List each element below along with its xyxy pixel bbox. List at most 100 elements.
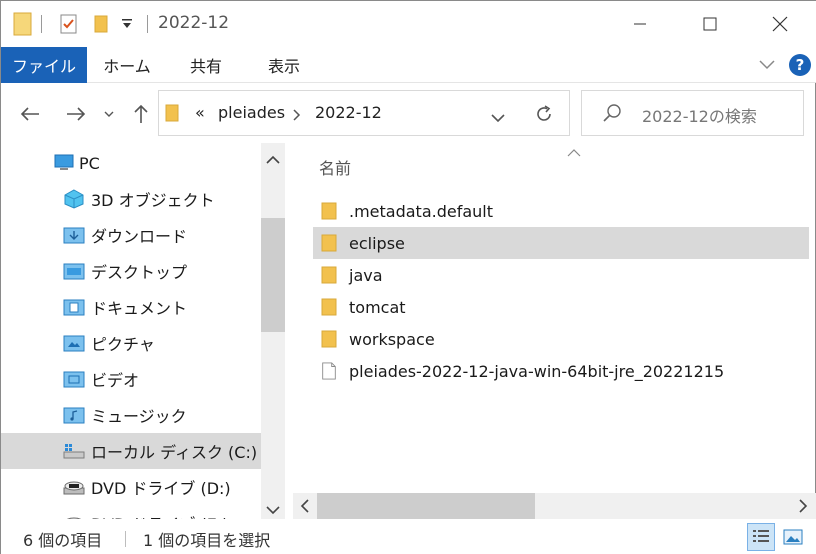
sort-ascending-icon [567, 143, 581, 161]
nav-label-dvd-e: DVD ドライブ (E:) [91, 511, 228, 519]
window-title: 2022-12 [158, 13, 230, 33]
file-name: .metadata.default [349, 201, 494, 221]
nav-label-music: ミュージック [91, 407, 187, 426]
up-button[interactable] [127, 101, 155, 127]
breadcrumb-pleiades[interactable]: pleiades [218, 103, 285, 122]
list-item[interactable]: .metadata.default [313, 195, 809, 227]
nav-item-dvd-d[interactable]: DVD ドライブ (D:) [1, 469, 261, 505]
details-view-button[interactable] [747, 523, 775, 551]
file-name: pleiades-2022-12-java-win-64bit-jre_2022… [349, 361, 725, 381]
properties-icon[interactable] [59, 10, 79, 38]
nav-label-videos: ビデオ [91, 371, 140, 390]
customize-qa-icon[interactable] [121, 10, 133, 38]
column-header-name[interactable]: 名前 [319, 155, 351, 179]
maximize-button[interactable] [675, 1, 745, 47]
large-icons-view-icon [783, 529, 803, 545]
nav-item-local-disk[interactable]: ローカル ディスク (C:) [1, 433, 261, 469]
expand-ribbon-icon[interactable] [755, 55, 779, 75]
nav-item-3d-objects[interactable]: 3D オブジェクト [1, 181, 261, 217]
divider [147, 15, 148, 33]
tab-view[interactable]: 表示 [251, 47, 317, 83]
nav-label-pc: PC [79, 153, 100, 173]
nav-item-downloads[interactable]: ダウンロード [1, 217, 261, 253]
nav-label-3d-objects: 3D オブジェクト [91, 191, 215, 210]
list-item[interactable]: pleiades-2022-12-java-win-64bit-jre_2022… [313, 355, 809, 387]
folder-icon [321, 234, 337, 252]
folder-icon [321, 266, 337, 284]
file-list: 名前 .metadata.default eclipse java tomcat… [293, 143, 816, 519]
scroll-down-icon[interactable] [266, 501, 280, 519]
breadcrumb-overflow[interactable]: « [195, 103, 205, 122]
scroll-right-icon[interactable] [798, 499, 808, 517]
nav-label-local-disk: ローカル ディスク (C:) [91, 443, 258, 462]
status-bar: 6 個の項目 1 個の項目を選択 [1, 519, 816, 554]
back-button[interactable] [15, 101, 45, 127]
nav-label-dvd-d: DVD ドライブ (D:) [91, 479, 231, 498]
nav-item-videos[interactable]: ビデオ [1, 361, 261, 397]
breadcrumb-2022-12[interactable]: 2022-12 [315, 103, 382, 122]
dvd-drive-icon [63, 481, 85, 495]
scrollbar-thumb[interactable] [317, 493, 535, 519]
folder-icon [321, 202, 337, 220]
file-icon [322, 362, 336, 380]
selection-count: 1 個の項目を選択 [143, 531, 271, 550]
nav-item-music[interactable]: ミュージック [1, 397, 261, 433]
nav-label-pictures: ピクチャ [91, 335, 155, 354]
navigation-pane: PC 3D オブジェクト ダウンロード デスクトップ ドキュメント ピクチャ ビ… [1, 143, 285, 519]
divider [41, 15, 42, 33]
3d-objects-icon [64, 189, 84, 209]
nav-item-pc[interactable]: PC [1, 145, 261, 181]
file-name: eclipse [349, 233, 405, 253]
nav-item-dvd-e[interactable]: DVD ドライブ (E:) [1, 505, 261, 519]
file-list-hscrollbar[interactable] [293, 493, 816, 519]
nav-label-desktop: デスクトップ [91, 263, 188, 282]
nav-item-documents[interactable]: ドキュメント [1, 289, 261, 325]
search-box[interactable]: 2022-12の検索 [581, 90, 804, 136]
forward-button[interactable] [61, 101, 91, 127]
details-view-icon [753, 530, 769, 542]
nav-label-downloads: ダウンロード [91, 227, 188, 246]
address-dropdown-icon[interactable] [491, 109, 505, 127]
downloads-icon [63, 227, 85, 244]
tab-file[interactable]: ファイル [1, 47, 87, 83]
folder-icon [321, 298, 337, 316]
tab-share[interactable]: 共有 [173, 47, 239, 83]
videos-icon [63, 371, 85, 388]
list-item[interactable]: tomcat [313, 291, 809, 323]
explorer-window: 2022-12 ファイル ホーム 共有 表示 ? « pleiades 2022… [0, 0, 816, 554]
list-item[interactable]: eclipse [313, 227, 809, 259]
file-name: java [349, 265, 383, 285]
nav-item-pictures[interactable]: ピクチャ [1, 325, 261, 361]
nav-item-desktop[interactable]: デスクトップ [1, 253, 261, 289]
scroll-up-icon[interactable] [266, 151, 280, 169]
recent-locations-icon[interactable] [101, 105, 117, 123]
pc-icon [54, 154, 74, 170]
large-icons-view-button[interactable] [779, 523, 807, 551]
search-icon [602, 103, 622, 127]
folder-icon [165, 104, 179, 126]
documents-icon [63, 299, 85, 316]
file-name: workspace [349, 329, 435, 349]
pictures-icon [63, 335, 85, 352]
divider [125, 531, 126, 547]
music-icon [63, 407, 85, 424]
refresh-icon[interactable] [534, 104, 554, 128]
new-folder-icon[interactable] [93, 10, 109, 38]
nav-pane-scrollbar[interactable] [261, 143, 285, 519]
nav-label-documents: ドキュメント [91, 299, 188, 318]
chevron-right-icon[interactable] [293, 107, 301, 125]
scroll-left-icon[interactable] [300, 499, 310, 517]
scrollbar-thumb[interactable] [261, 218, 285, 332]
desktop-icon [63, 263, 85, 280]
close-button[interactable] [745, 1, 815, 47]
search-input[interactable]: 2022-12の検索 [642, 103, 757, 127]
folder-icon [321, 330, 337, 348]
minimize-button[interactable] [605, 1, 675, 47]
address-bar[interactable]: « pleiades 2022-12 [158, 90, 678, 136]
list-item[interactable]: java [313, 259, 809, 291]
tab-home[interactable]: ホーム [93, 47, 161, 83]
local-disk-icon [63, 444, 85, 459]
help-button[interactable]: ? [789, 54, 811, 76]
list-item[interactable]: workspace [313, 323, 809, 355]
folder-app-icon [13, 10, 33, 38]
